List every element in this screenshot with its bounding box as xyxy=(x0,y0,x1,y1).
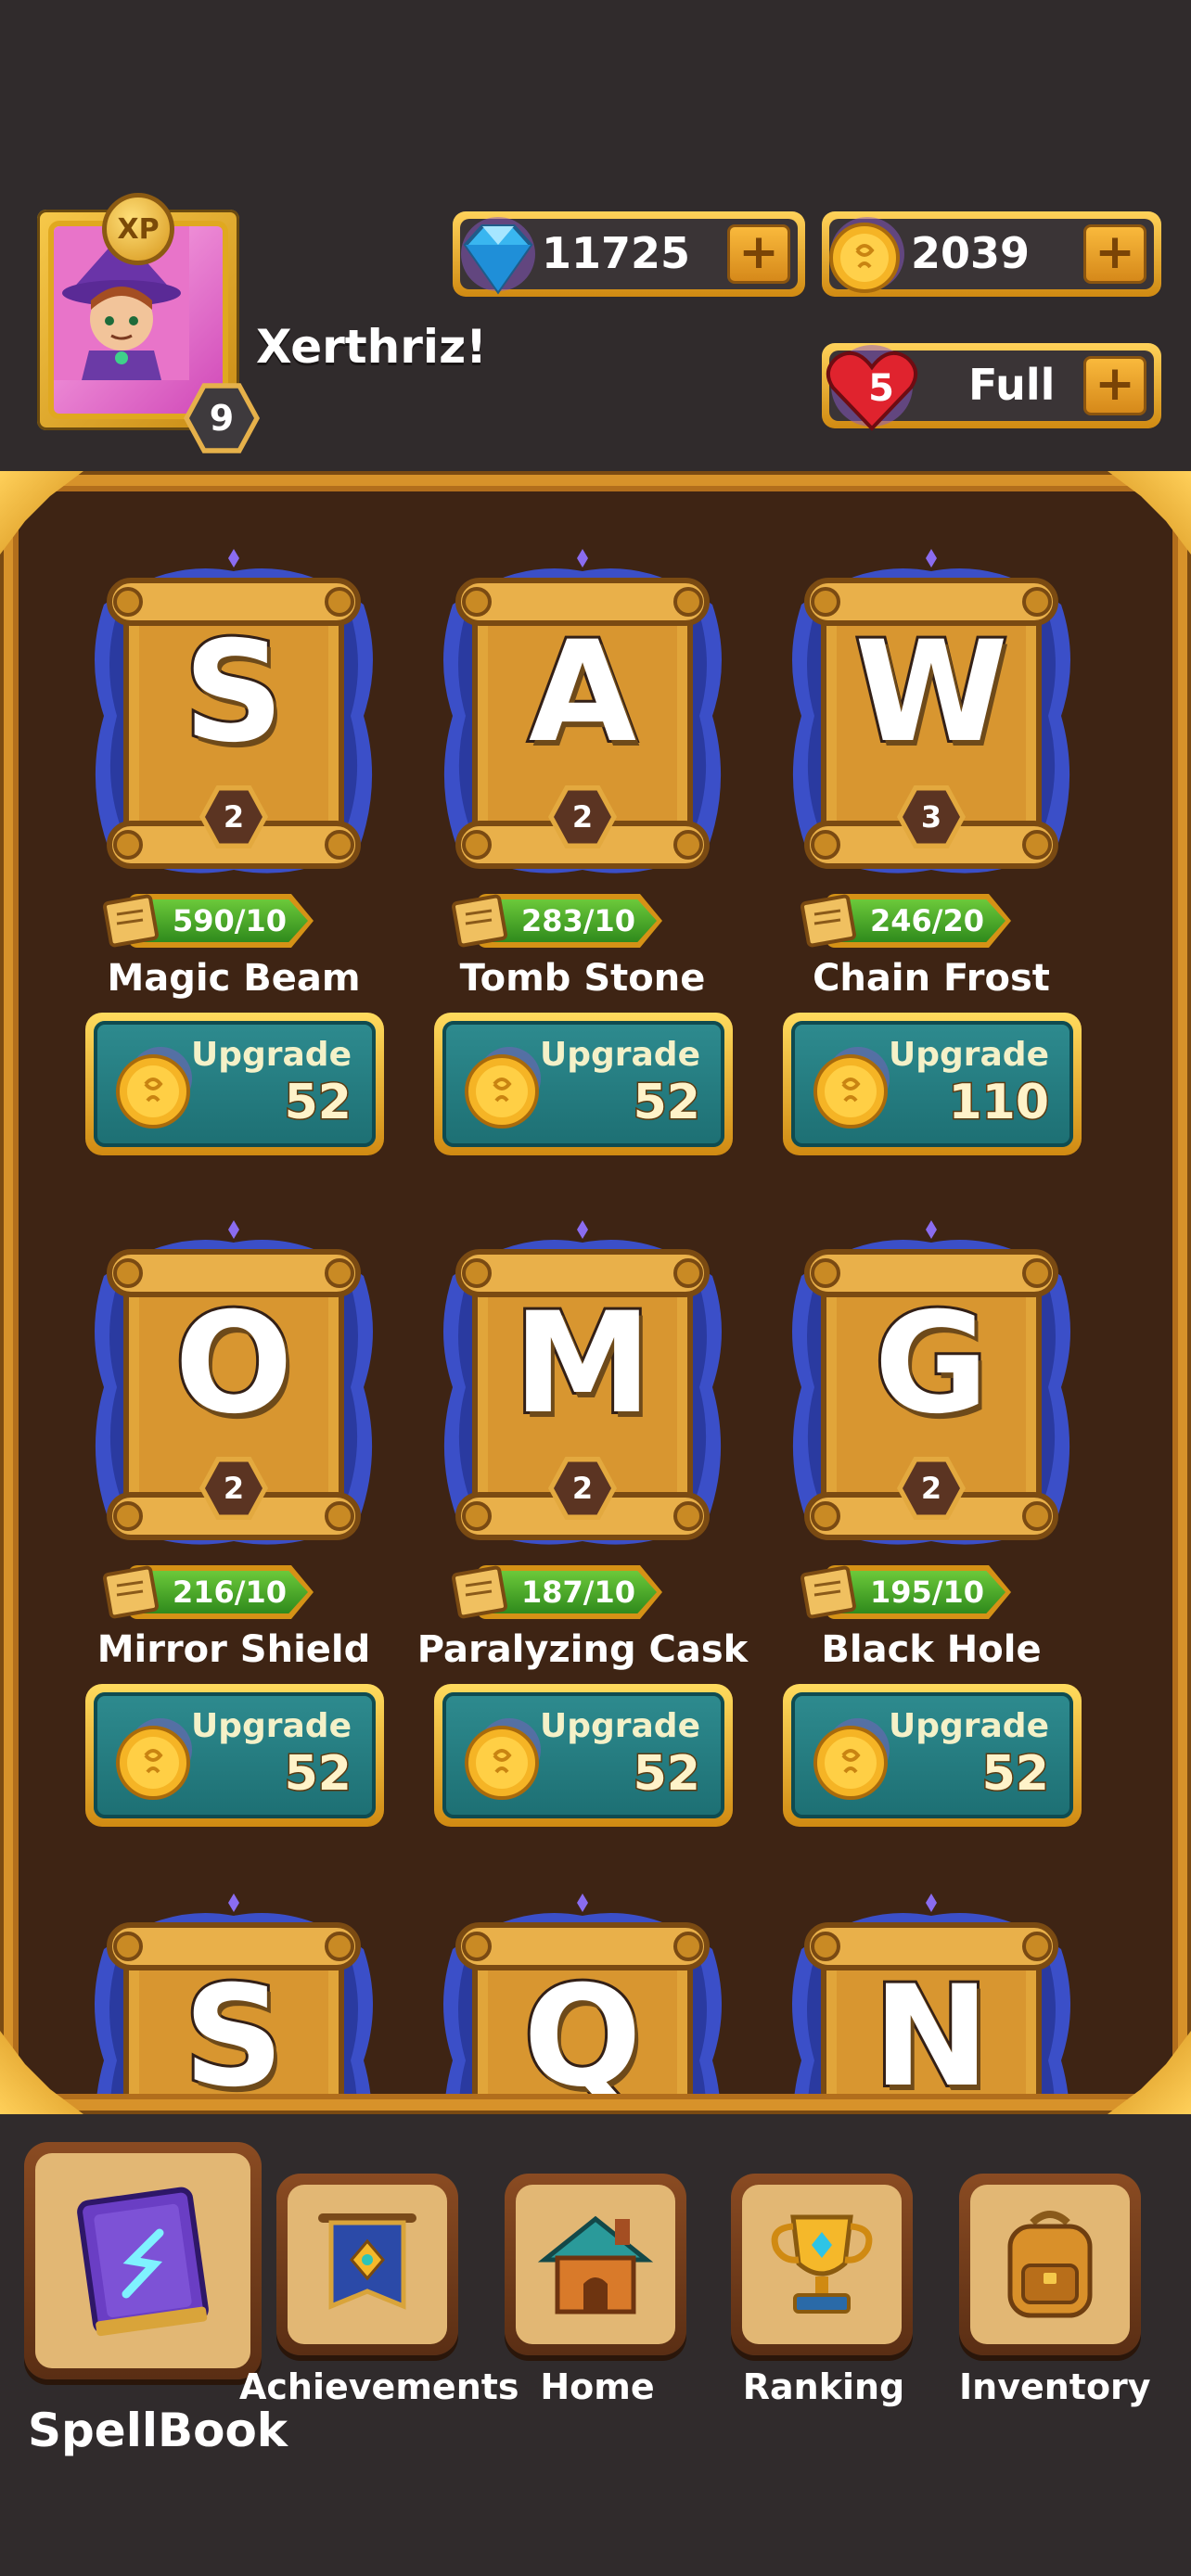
spell-name: Black Hole xyxy=(821,1628,1042,1671)
upgrade-price: 52 xyxy=(283,1745,352,1804)
coin-icon xyxy=(465,1047,541,1129)
scroll-icon xyxy=(103,894,159,948)
upgrade-label: Upgrade xyxy=(190,1036,352,1074)
spell-name: Paralyzing Cask xyxy=(416,1628,749,1671)
coin-icon xyxy=(116,1718,192,1800)
coin-count: 2039 xyxy=(911,228,1031,278)
upgrade-label: Upgrade xyxy=(190,1707,352,1745)
nav-home-tile[interactable] xyxy=(505,2174,686,2355)
gem-icon xyxy=(461,217,535,295)
scroll-icon xyxy=(452,894,507,948)
scroll-icon xyxy=(452,1565,507,1619)
coin-icon xyxy=(465,1718,541,1800)
nav-achievements-tile[interactable] xyxy=(276,2174,458,2355)
spellbook-board: S 2 590/10 Magic Beam Upgrade 52 A 2 283/10 Tomb … xyxy=(0,471,1191,2114)
spell-level: 2 xyxy=(205,790,263,844)
upgrade-button[interactable]: Upgrade 52 xyxy=(434,1013,733,1155)
upgrade-button[interactable]: Upgrade 52 xyxy=(85,1684,384,1827)
nav-home[interactable]: Home xyxy=(505,2174,690,2407)
upgrade-price: 52 xyxy=(632,1074,701,1132)
upgrade-button[interactable]: Upgrade 52 xyxy=(85,1013,384,1155)
scroll-icon xyxy=(800,894,856,948)
upgrade-label: Upgrade xyxy=(539,1036,700,1074)
gem-counter: 11725 + xyxy=(453,211,805,297)
spell-level: 2 xyxy=(554,790,611,844)
nav-spellbook-tile[interactable] xyxy=(24,2142,262,2379)
upgrade-button[interactable]: Upgrade 110 xyxy=(783,1013,1082,1155)
spell-name: Mirror Shield xyxy=(96,1628,371,1671)
nav-home-label: Home xyxy=(540,2366,655,2407)
spell-glyph: Q xyxy=(520,1957,645,2094)
xp-badge: XP xyxy=(102,193,174,265)
nav-inventory[interactable]: Inventory xyxy=(959,2174,1151,2407)
nav-achievements-label: Achievements xyxy=(239,2366,519,2407)
spell-level: 2 xyxy=(205,1461,263,1515)
trophy-icon xyxy=(771,2214,873,2314)
coin-counter: 2039 + xyxy=(822,211,1161,297)
upgrade-price: 110 xyxy=(947,1074,1051,1132)
nav-ranking[interactable]: Ranking xyxy=(731,2174,916,2407)
add-gems-button[interactable]: + xyxy=(727,224,790,284)
upgrade-button[interactable]: Upgrade 52 xyxy=(434,1684,733,1827)
spell-glyph: S xyxy=(181,1957,287,2094)
spell-level: 2 xyxy=(554,1461,611,1515)
lives-counter: 5 Full + xyxy=(822,343,1161,431)
coin-icon xyxy=(829,217,904,293)
nav-inventory-tile[interactable] xyxy=(959,2174,1141,2355)
nav-spellbook-label: SpellBook xyxy=(28,2404,288,2457)
upgrade-price: 52 xyxy=(283,1074,352,1132)
spell-glyph: N xyxy=(870,1957,992,2094)
upgrade-price: 52 xyxy=(980,1745,1050,1804)
nav-inventory-label: Inventory xyxy=(959,2366,1151,2407)
upgrade-price: 52 xyxy=(632,1745,701,1804)
upgrade-label: Upgrade xyxy=(539,1707,700,1745)
spell-name: Magic Beam xyxy=(107,957,361,1000)
spell-name: Chain Frost xyxy=(813,957,1050,1000)
player-name: Xerthriz! xyxy=(256,320,487,374)
coin-icon xyxy=(116,1047,192,1129)
player-level: 9 xyxy=(189,388,254,449)
spell-level: 3 xyxy=(903,790,960,844)
nav-achievements[interactable]: Achievements xyxy=(239,2174,519,2407)
backpack-icon xyxy=(1007,2211,1093,2318)
upgrade-button[interactable]: Upgrade 52 xyxy=(783,1684,1082,1827)
add-lives-button[interactable]: + xyxy=(1083,356,1146,415)
scroll-icon xyxy=(103,1565,159,1619)
spell-glyph: S xyxy=(181,612,287,773)
nav-ranking-tile[interactable] xyxy=(731,2174,913,2355)
coin-icon xyxy=(813,1047,890,1129)
coin-icon xyxy=(813,1718,890,1800)
house-icon xyxy=(537,2215,654,2315)
spell-glyph: G xyxy=(871,1283,991,1445)
spell-glyph: A xyxy=(526,612,639,773)
spell-glyph: O xyxy=(172,1283,296,1445)
scroll-icon xyxy=(800,1565,856,1619)
spell-name: Tomb Stone xyxy=(459,957,706,1000)
lives-status: Full xyxy=(968,360,1056,410)
add-coins-button[interactable]: + xyxy=(1083,224,1146,284)
nav-ranking-label: Ranking xyxy=(742,2366,905,2407)
gem-count: 11725 xyxy=(542,228,691,278)
spell-glyph: W xyxy=(852,612,1010,773)
nav-spellbook[interactable]: SpellBook xyxy=(24,2142,288,2457)
xp-label: XP xyxy=(117,212,160,246)
lives-count: 5 xyxy=(868,367,894,410)
spell-grid[interactable]: S 2 590/10 Magic Beam Upgrade 52 A 2 283/10 Tomb … xyxy=(19,491,1172,2094)
spell-level: 2 xyxy=(903,1461,960,1515)
upgrade-label: Upgrade xyxy=(888,1707,1049,1745)
banner-icon xyxy=(318,2213,416,2310)
upgrade-label: Upgrade xyxy=(888,1036,1049,1074)
spell-glyph: M xyxy=(510,1283,654,1445)
spellbook-icon xyxy=(77,2187,209,2337)
